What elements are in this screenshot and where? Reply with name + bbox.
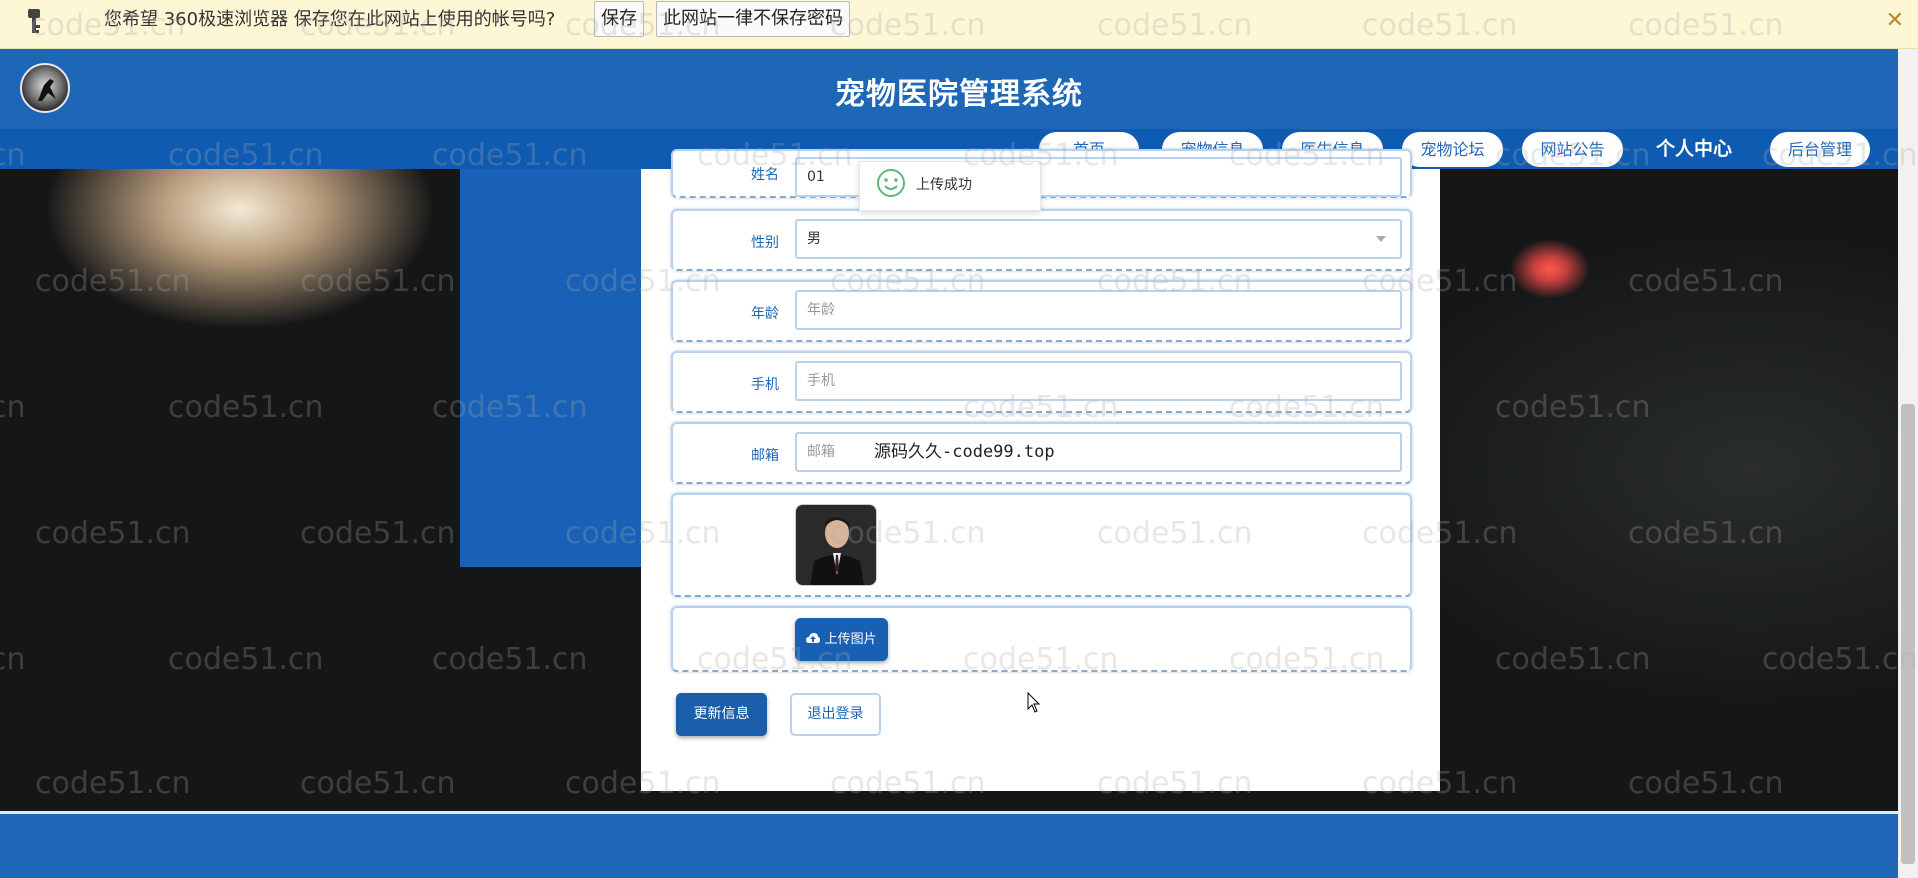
page-scrollbar[interactable] [1898,49,1918,878]
name-label: 姓名 [751,167,779,183]
form-row-upload [671,606,1412,672]
save-password-button[interactable]: 保存 [594,1,644,37]
smile-icon [877,169,905,197]
person-photo [796,505,876,585]
page: 您希望 360极速浏览器 保存您在此网站上使用的帐号吗? 保存 此网站一律不保存… [0,0,1918,878]
toast-text: 上传成功 [916,177,972,193]
gender-select[interactable]: 男 [795,219,1402,259]
upload-success-toast: 上传成功 [859,161,1041,211]
form-row-name: 姓名 01 [671,149,1412,198]
gender-value: 男 [807,231,821,247]
password-save-bar: 您希望 360极速浏览器 保存您在此网站上使用的帐号吗? 保存 此网站一律不保存… [0,0,1918,49]
form-row-age: 年龄 年龄 [671,280,1412,342]
phone-label: 手机 [751,377,779,393]
blue-panel [460,169,642,567]
close-icon[interactable]: ✕ [1886,8,1904,33]
nav-personal-center[interactable]: 个人中心 [1656,134,1732,161]
nav-pet-forum[interactable]: 宠物论坛 [1402,132,1503,167]
scrollbar-thumb[interactable] [1901,404,1915,864]
mouse-cursor-icon [1027,692,1041,713]
never-save-button[interactable]: 此网站一律不保存密码 [656,1,850,37]
cloud-upload-icon [806,633,821,643]
email-label: 邮箱 [751,448,779,464]
nav-admin[interactable]: 后台管理 [1770,132,1870,167]
overlay-watermark-text: 源码久久-code99.top [874,442,1055,462]
form-row-phone: 手机 手机 [671,351,1412,413]
avatar [795,504,877,586]
form-row-avatar [671,493,1412,597]
nav-announcements[interactable]: 网站公告 [1522,132,1623,167]
password-bar-message: 您希望 360极速浏览器 保存您在此网站上使用的帐号吗? [104,9,556,30]
upload-image-label: 上传图片 [824,632,877,647]
age-input[interactable]: 年龄 [795,290,1402,330]
site-title: 宠物医院管理系统 [835,77,1083,112]
form-row-gender: 性别 男 [671,209,1412,271]
age-label: 年龄 [751,306,779,322]
update-info-button[interactable]: 更新信息 [676,693,767,736]
site-header: 宠物医院管理系统 [0,49,1898,129]
chevron-down-icon [1376,236,1386,242]
gender-label: 性别 [751,235,779,251]
upload-image-button[interactable]: 上传图片 [795,618,888,661]
phone-input[interactable]: 手机 [795,361,1402,401]
logout-button[interactable]: 退出登录 [790,693,881,736]
key-icon [28,9,40,33]
site-footer [0,811,1898,878]
